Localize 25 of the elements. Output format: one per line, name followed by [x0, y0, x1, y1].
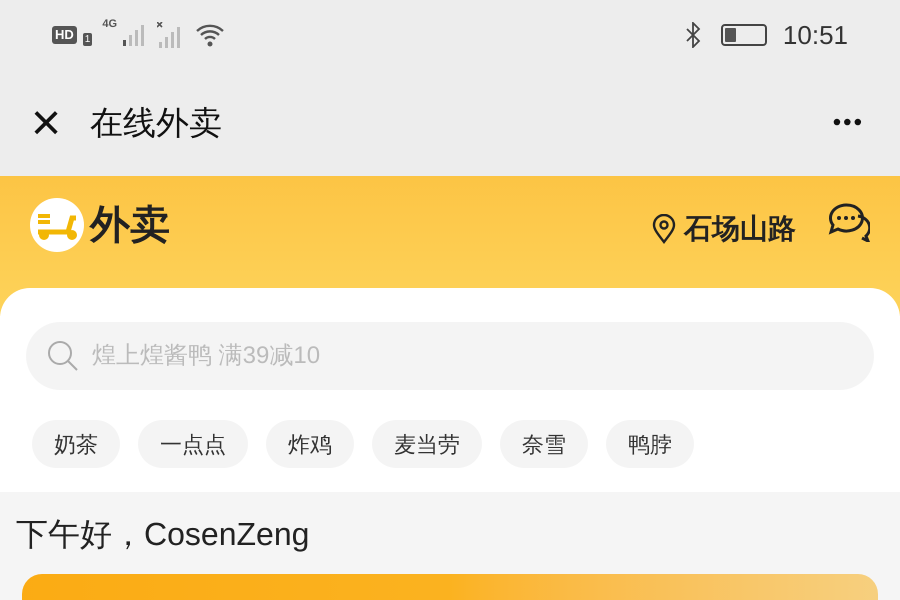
- close-button[interactable]: ×: [26, 97, 66, 149]
- brand-title: 外卖: [90, 202, 170, 249]
- sim-label: 1: [82, 33, 92, 46]
- scooter-logo-icon: [30, 198, 84, 252]
- search-icon: [46, 339, 80, 373]
- tag-chip[interactable]: 奶茶: [32, 420, 120, 468]
- clock: 10:51: [782, 18, 848, 52]
- tag-chip[interactable]: 炸鸡: [266, 420, 354, 468]
- wifi-icon: [195, 23, 226, 47]
- location-pin-icon: [652, 214, 676, 244]
- location-button[interactable]: 石场山路: [652, 208, 796, 250]
- search-field[interactable]: 煌上煌酱鸭 满39减10: [26, 322, 874, 390]
- bluetooth-icon: [684, 22, 701, 48]
- more-button[interactable]: •••: [832, 105, 864, 141]
- signal-icon: [123, 24, 146, 46]
- network-label: 4G: [102, 17, 118, 32]
- hd-label: HD: [52, 26, 77, 44]
- tag-chip[interactable]: 麦当劳: [372, 420, 482, 468]
- tag-chip[interactable]: 鸭脖: [606, 420, 694, 468]
- page-title: 在线外卖: [90, 103, 222, 144]
- greeting-text: 下午好，CosenZeng: [16, 515, 310, 554]
- tag-chip[interactable]: 奈雪: [500, 420, 588, 468]
- battery-icon: [720, 24, 767, 46]
- chat-icon[interactable]: [828, 202, 870, 242]
- tag-chip[interactable]: 一点点: [138, 420, 248, 468]
